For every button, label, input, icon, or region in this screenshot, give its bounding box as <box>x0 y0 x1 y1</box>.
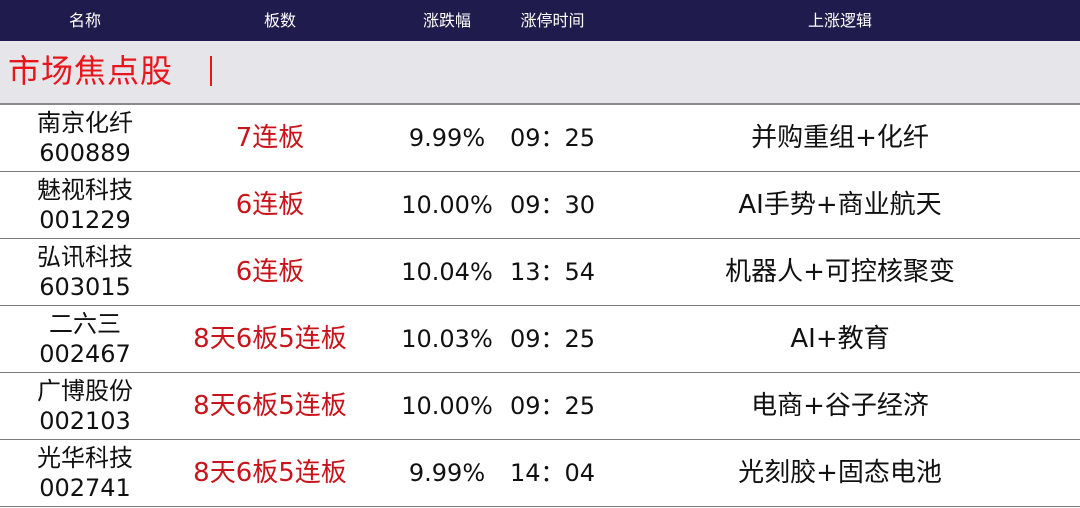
stock-name: 光华科技 <box>37 444 133 472</box>
table-row[interactable]: 光华科技 002741 8天6板5连板 9.99% 14：04 光刻胶+固态电池 <box>0 440 1080 507</box>
table-row[interactable]: 二六三 002467 8天6板5连板 10.03% 09：25 AI+教育 <box>0 306 1080 373</box>
change-percent: 10.04% <box>401 258 493 286</box>
column-header-change[interactable]: 涨跌幅 <box>392 0 502 41</box>
change-percent: 10.03% <box>401 325 493 353</box>
limit-up-time: 09：30 <box>509 191 596 219</box>
stock-code: 600889 <box>39 139 131 167</box>
board-count: 8天6板5连板 <box>193 324 347 354</box>
limit-up-time: 13：54 <box>509 258 596 286</box>
board-count: 8天6板5连板 <box>193 391 347 421</box>
section-title: 市场焦点股 <box>8 52 174 90</box>
change-percent: 9.99% <box>408 459 486 487</box>
limit-up-time: 14：04 <box>509 459 596 487</box>
section-header: 市场焦点股 <box>0 41 1080 105</box>
stock-name-cell: 弘讯科技 603015 <box>0 239 170 305</box>
stock-name-cell: 魅视科技 001229 <box>0 172 170 238</box>
table-row[interactable]: 广博股份 002103 8天6板5连板 10.00% 09：25 电商+谷子经济 <box>0 373 1080 440</box>
change-percent: 10.00% <box>401 392 493 420</box>
stock-name: 弘讯科技 <box>37 243 133 271</box>
stock-name-cell: 光华科技 002741 <box>0 440 170 506</box>
stock-name: 二六三 <box>49 310 121 338</box>
table-row[interactable]: 弘讯科技 603015 6连板 10.04% 13：54 机器人+可控核聚变 <box>0 239 1080 306</box>
table-row[interactable]: 魅视科技 001229 6连板 10.00% 09：30 AI手势+商业航天 <box>0 172 1080 239</box>
stock-name-cell: 广博股份 002103 <box>0 373 170 439</box>
stock-name-cell: 南京化纤 600889 <box>0 105 170 171</box>
rise-logic: 电商+谷子经济 <box>751 391 929 421</box>
rise-logic: 机器人+可控核聚变 <box>725 257 955 287</box>
table-row[interactable]: 南京化纤 600889 7连板 9.99% 09：25 并购重组+化纤 <box>0 105 1080 172</box>
limit-up-time: 09：25 <box>509 124 596 152</box>
board-count: 8天6板5连板 <box>193 458 347 488</box>
change-percent: 10.00% <box>401 191 493 219</box>
stock-name: 广博股份 <box>37 377 133 405</box>
stock-code: 001229 <box>39 206 131 234</box>
stock-code: 002741 <box>39 474 131 502</box>
board-count: 7连板 <box>235 123 305 153</box>
stock-name-cell: 二六三 002467 <box>0 306 170 372</box>
rise-logic: 光刻胶+固态电池 <box>738 458 942 488</box>
stock-code: 002103 <box>39 407 131 435</box>
change-percent: 9.99% <box>408 124 486 152</box>
stock-code: 002467 <box>39 340 131 368</box>
stock-code: 603015 <box>39 273 131 301</box>
limit-up-time: 09：25 <box>509 392 596 420</box>
board-count: 6连板 <box>235 190 305 220</box>
stock-name: 魅视科技 <box>37 176 133 204</box>
column-header-name[interactable]: 名称 <box>0 0 170 41</box>
column-header-boards[interactable]: 板数 <box>180 0 380 41</box>
table-header: 名称 板数 涨跌幅 涨停时间 上涨逻辑 <box>0 0 1080 41</box>
rise-logic: 并购重组+化纤 <box>751 123 929 153</box>
rise-logic: AI+教育 <box>790 324 890 354</box>
limit-up-time: 09：25 <box>509 325 596 353</box>
column-header-time[interactable]: 涨停时间 <box>505 0 600 41</box>
title-divider-bar <box>210 56 212 86</box>
column-header-logic[interactable]: 上涨逻辑 <box>600 0 1080 41</box>
board-count: 6连板 <box>235 257 305 287</box>
rise-logic: AI手势+商业航天 <box>738 190 942 220</box>
stock-name: 南京化纤 <box>37 109 133 137</box>
